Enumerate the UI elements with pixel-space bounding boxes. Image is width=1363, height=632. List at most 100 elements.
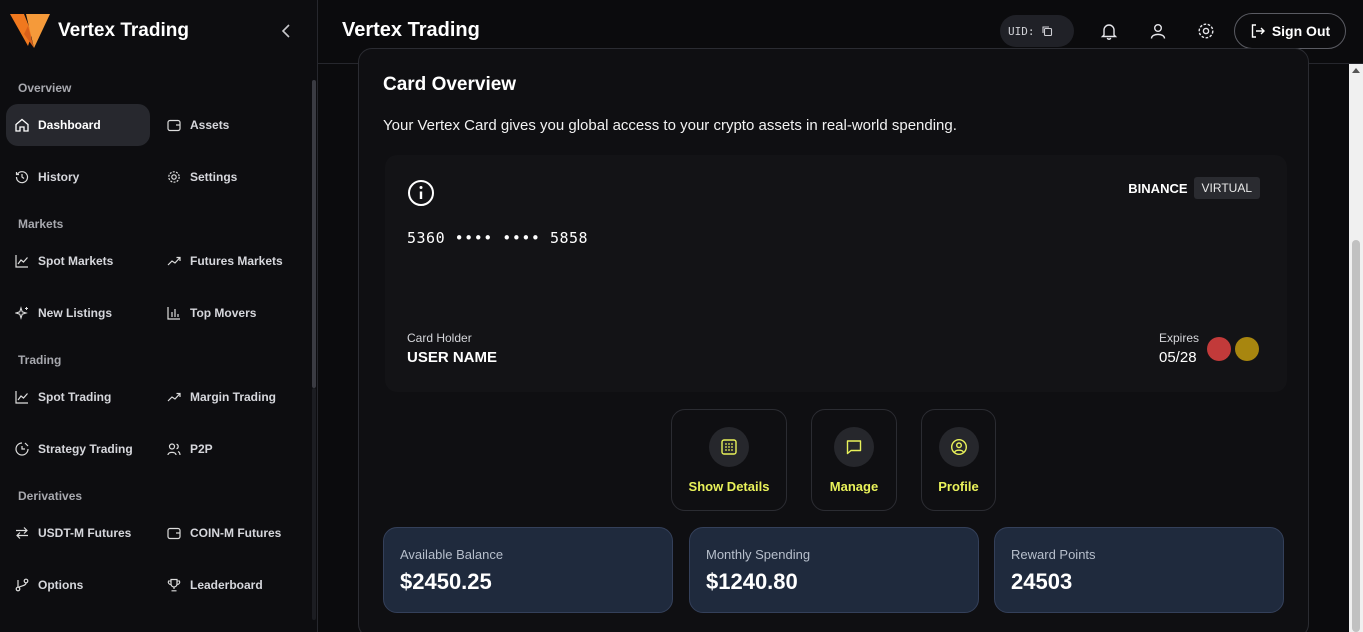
sidebar-item-coin-m-futures[interactable]: COIN-M Futures [158,512,302,554]
sidebar-item-top-movers[interactable]: Top Movers [158,292,302,334]
sidebar-item-options[interactable]: Options [6,564,150,606]
stat-monthly-spending: Monthly Spending $1240.80 [689,527,979,613]
trending-up-icon [166,389,182,405]
page-scrollbar[interactable] [1349,64,1363,632]
sign-out-label: Sign Out [1271,23,1331,39]
scroll-up-arrow-icon[interactable] [1352,68,1360,73]
history-icon [14,169,30,185]
app-root: Vertex Trading Overview Dashboard Assets… [0,0,1363,632]
sidebar-item-margin-trading[interactable]: Margin Trading [158,376,302,418]
sidebar-item-label: Options [38,578,84,592]
sidebar-item-history[interactable]: History [6,156,150,198]
section-derivatives: Derivatives [18,489,83,503]
line-chart-icon [14,389,30,405]
manage-button[interactable]: Manage [811,409,897,511]
sidebar-item-label: Top Movers [190,306,257,320]
users-icon [166,441,182,457]
copy-icon[interactable] [1041,25,1053,37]
brand-name: Vertex Trading [58,20,189,41]
trending-up-icon [166,253,182,269]
trophy-icon [166,577,182,593]
card-number: 5360 •••• •••• 5858 [407,229,589,247]
message-icon [834,427,874,467]
card-logo-circle-red [1207,337,1231,361]
sidebar-scrollbar-thumb[interactable] [312,80,316,388]
sidebar-scrollbar-track[interactable] [312,388,316,620]
line-chart-icon [14,253,30,269]
section-markets: Markets [18,217,64,231]
card-holder-label: Card Holder [407,331,472,345]
uid-pill[interactable]: UID: [1000,15,1074,47]
sidebar-item-label: Dashboard [38,118,101,132]
profile-button[interactable]: Profile [921,409,996,511]
sidebar-item-dashboard[interactable]: Dashboard [6,104,150,146]
sidebar-item-label: History [38,170,80,184]
sparkles-icon [14,305,30,321]
card-holder-name: USER NAME [407,349,498,366]
sidebar-item-label: Strategy Trading [38,442,133,456]
sidebar-item-futures-markets[interactable]: Futures Markets [158,240,302,282]
gear-icon [166,169,182,185]
sidebar-item-label: Spot Markets [38,254,114,268]
show-details-button[interactable]: Show Details [671,409,787,511]
sidebar-item-strategy-trading[interactable]: Strategy Trading [6,428,150,470]
sidebar-item-usdt-m-futures[interactable]: USDT-M Futures [6,512,150,554]
sidebar-item-p2p[interactable]: P2P [158,428,302,470]
swap-arrows-icon [14,525,30,541]
sidebar-item-spot-trading[interactable]: Spot Trading [6,376,150,418]
sidebar: Vertex Trading Overview Dashboard Assets… [0,0,318,632]
grid-icon [709,427,749,467]
card-expiry: 05/28 [1159,349,1197,366]
stat-value: 24503 [1011,569,1073,594]
sign-out-button[interactable]: Sign Out [1234,13,1346,49]
sidebar-item-assets[interactable]: Assets [158,104,302,146]
sidebar-item-label: Leaderboard [190,578,263,592]
sidebar-item-leaderboard[interactable]: Leaderboard [158,564,302,606]
card-brand-tag: BINANCE VIRTUAL [1128,177,1260,199]
stat-available-balance: Available Balance $2450.25 [383,527,673,613]
sidebar-item-label: USDT-M Futures [38,526,132,540]
page-scrollbar-thumb[interactable] [1352,240,1360,632]
sidebar-item-label: Margin Trading [190,390,277,404]
stat-label: Available Balance [400,547,504,562]
sidebar-item-label: Settings [190,170,238,184]
wallet-icon [166,525,182,541]
card-overview-title: Card Overview [383,74,517,95]
show-details-label: Show Details [688,479,770,494]
gear-icon[interactable] [1195,20,1217,42]
card-overview-description: Your Vertex Card gives you global access… [383,117,957,134]
section-overview: Overview [18,81,72,95]
bar-chart-icon [166,305,182,321]
sidebar-item-label: Spot Trading [38,390,112,404]
virtual-card[interactable]: BINANCE VIRTUAL 5360 •••• •••• 5858 Card… [385,155,1287,392]
info-icon[interactable] [407,179,435,212]
sidebar-item-new-listings[interactable]: New Listings [6,292,150,334]
profile-label: Profile [938,479,979,494]
collapse-sidebar-button[interactable] [276,20,296,42]
sidebar-item-label: COIN-M Futures [190,526,282,540]
user-circle-icon [938,427,979,467]
manage-label: Manage [829,479,879,494]
uid-label: UID: [1008,24,1035,38]
stat-value: $1240.80 [706,569,798,594]
page-title: Vertex Trading [342,19,480,41]
sidebar-item-label: Futures Markets [190,254,283,268]
sidebar-item-settings[interactable]: Settings [158,156,302,198]
vertex-logo-icon [10,14,50,48]
wallet-icon [166,117,182,133]
stat-value: $2450.25 [400,569,492,594]
stat-reward-points: Reward Points 24503 [994,527,1284,613]
card-network: BINANCE [1128,180,1188,196]
brand[interactable]: Vertex Trading [10,14,189,48]
home-icon [14,117,30,133]
logout-icon [1251,24,1265,38]
bell-icon[interactable] [1098,20,1120,42]
card-logo-circle-gold [1235,337,1259,361]
branch-icon [14,577,30,593]
stat-label: Monthly Spending [706,547,811,562]
stat-label: Reward Points [1011,547,1096,562]
user-icon[interactable] [1147,20,1169,42]
sidebar-item-spot-markets[interactable]: Spot Markets [6,240,150,282]
sidebar-item-label: Assets [190,118,230,132]
chevron-left-icon [281,24,290,38]
